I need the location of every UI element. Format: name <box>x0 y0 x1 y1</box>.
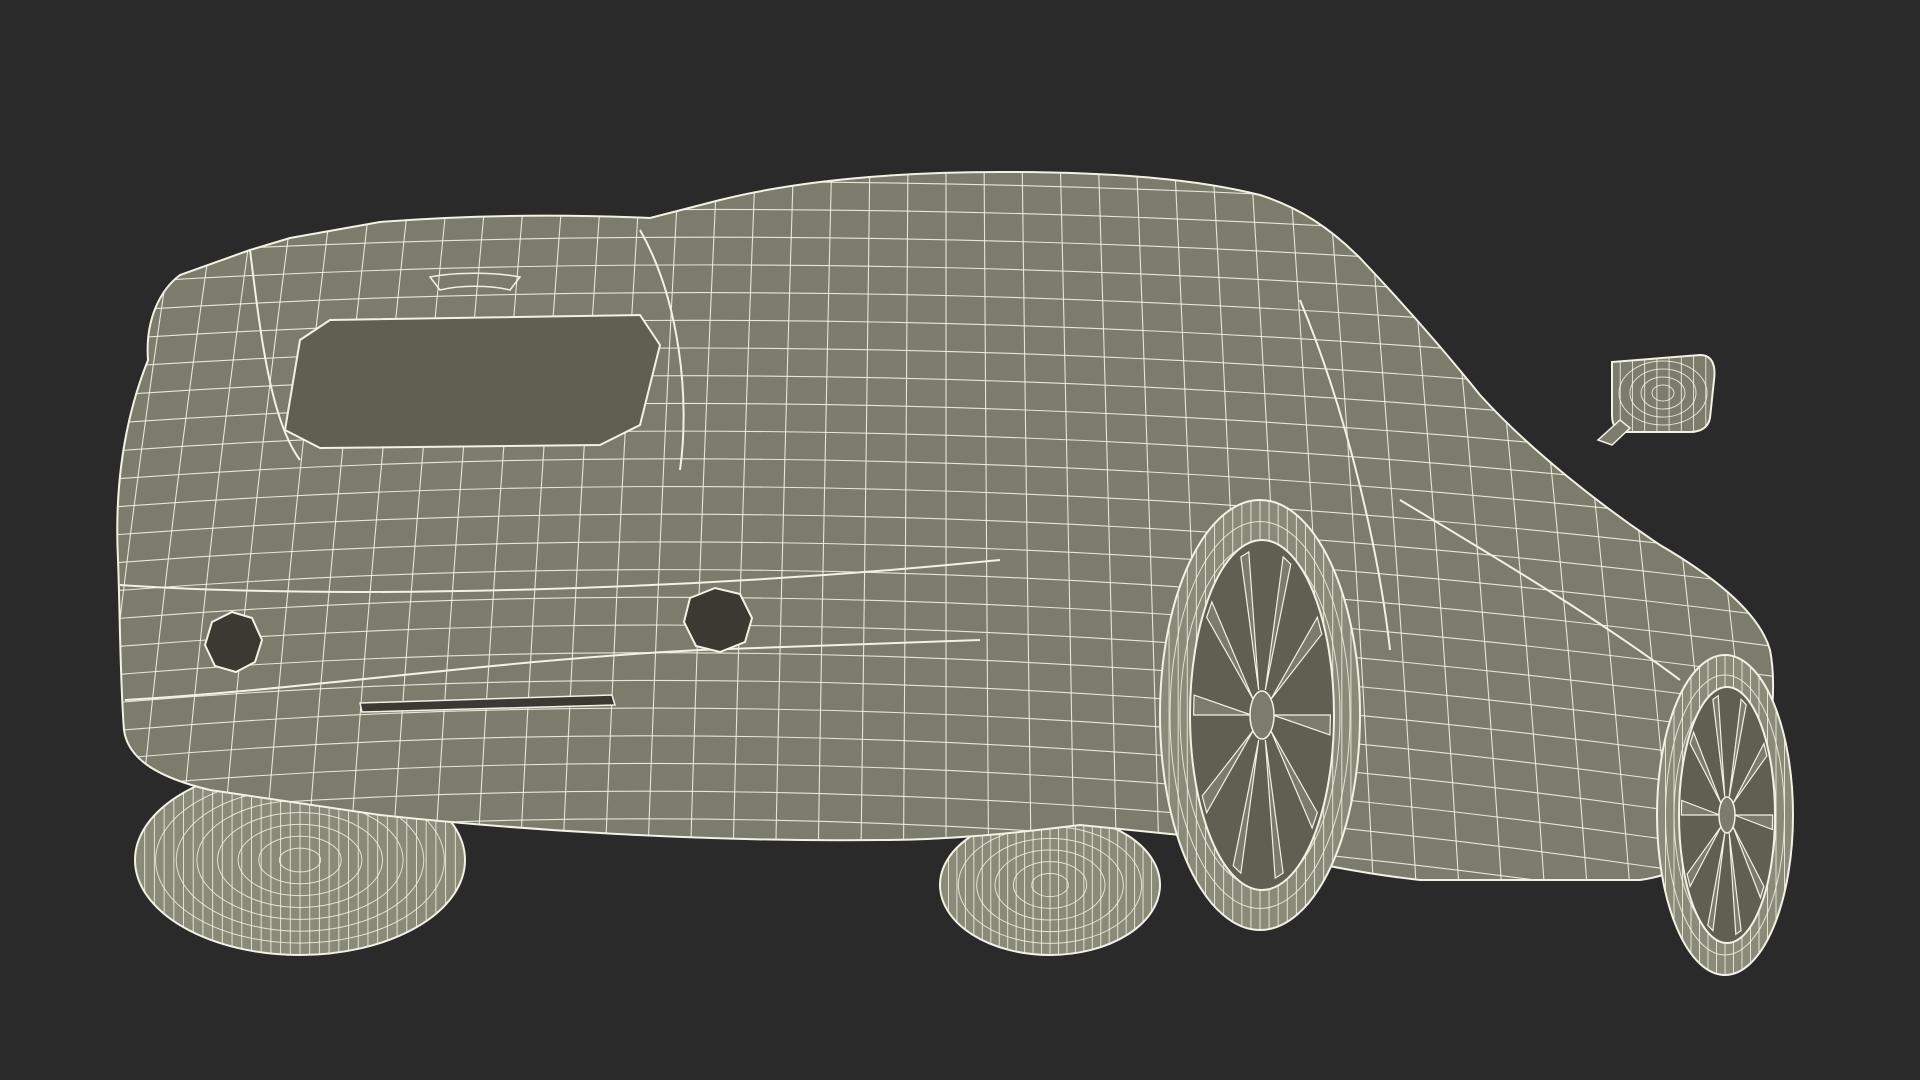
front-right-wheel <box>1656 654 1794 976</box>
exhaust-left <box>203 610 264 674</box>
rear-right-wheel <box>1159 499 1361 931</box>
exhaust-right <box>682 586 754 654</box>
side-mirror <box>1596 353 1716 446</box>
rear-trunk-recess <box>283 313 662 450</box>
wireframe-car-render <box>116 171 1794 976</box>
render-viewport <box>0 0 1920 1080</box>
